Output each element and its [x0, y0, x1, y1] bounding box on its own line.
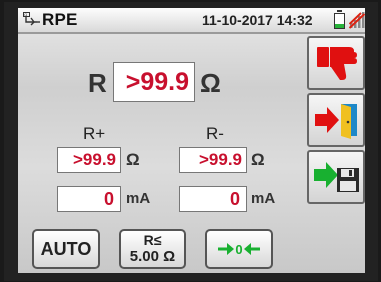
r-label: R: [88, 68, 107, 98]
exit-icon: [315, 104, 357, 139]
auto-button-label: AUTO: [40, 239, 92, 259]
r-minus-value-display: >99.9: [179, 147, 247, 173]
status-bar: Ω RPE 11-10-2017 14:32: [18, 8, 365, 34]
save-icon: [314, 162, 359, 192]
r-unit: Ω: [200, 68, 221, 98]
r-plus-current-display: 0: [57, 186, 121, 212]
battery-icon: [334, 10, 345, 29]
r-plus-label: R+: [83, 124, 106, 143]
svg-text:0: 0: [235, 242, 242, 257]
r-value-display: >99.9: [113, 62, 195, 102]
rpe-mode-icon: Ω: [23, 12, 40, 26]
r-plus-value-display: >99.9: [57, 147, 121, 173]
no-signal-icon: [349, 12, 365, 29]
datetime: 11-10-2017 14:32: [202, 12, 313, 28]
limit-button[interactable]: R≤ 5.00 Ω: [119, 229, 186, 269]
exit-button[interactable]: [307, 93, 365, 147]
mode-title: RPE: [42, 10, 78, 29]
r-plus-unit: Ω: [126, 150, 140, 169]
r-minus-current-display: 0: [179, 186, 247, 212]
screen: Ω RPE 11-10-2017 14:32 R >99.9 Ω R+ >99.…: [18, 8, 365, 273]
battery-level: [335, 23, 344, 28]
zero-calibration-icon: 0: [218, 242, 260, 257]
instrument-frame: Ω RPE 11-10-2017 14:32 R >99.9 Ω R+ >99.…: [4, 2, 378, 281]
result-indicator: [307, 36, 365, 90]
r-minus-current-unit: mA: [251, 190, 276, 207]
limit-button-top: R≤: [143, 232, 162, 248]
sidebar: [305, 36, 365, 273]
thumbs-down-icon: [317, 47, 357, 80]
r-minus-unit: Ω: [251, 150, 265, 169]
save-button[interactable]: [307, 150, 365, 204]
r-minus-label: R-: [206, 124, 224, 143]
r-plus-current-unit: mA: [126, 190, 151, 207]
auto-button[interactable]: AUTO: [32, 229, 100, 269]
zero-calibration-button[interactable]: 0: [205, 229, 273, 269]
measurement-area: R >99.9 Ω R+ >99.9 Ω 0 mA R- >99.9 Ω 0 m…: [18, 34, 303, 273]
limit-button-value: 5.00 Ω: [129, 248, 176, 265]
